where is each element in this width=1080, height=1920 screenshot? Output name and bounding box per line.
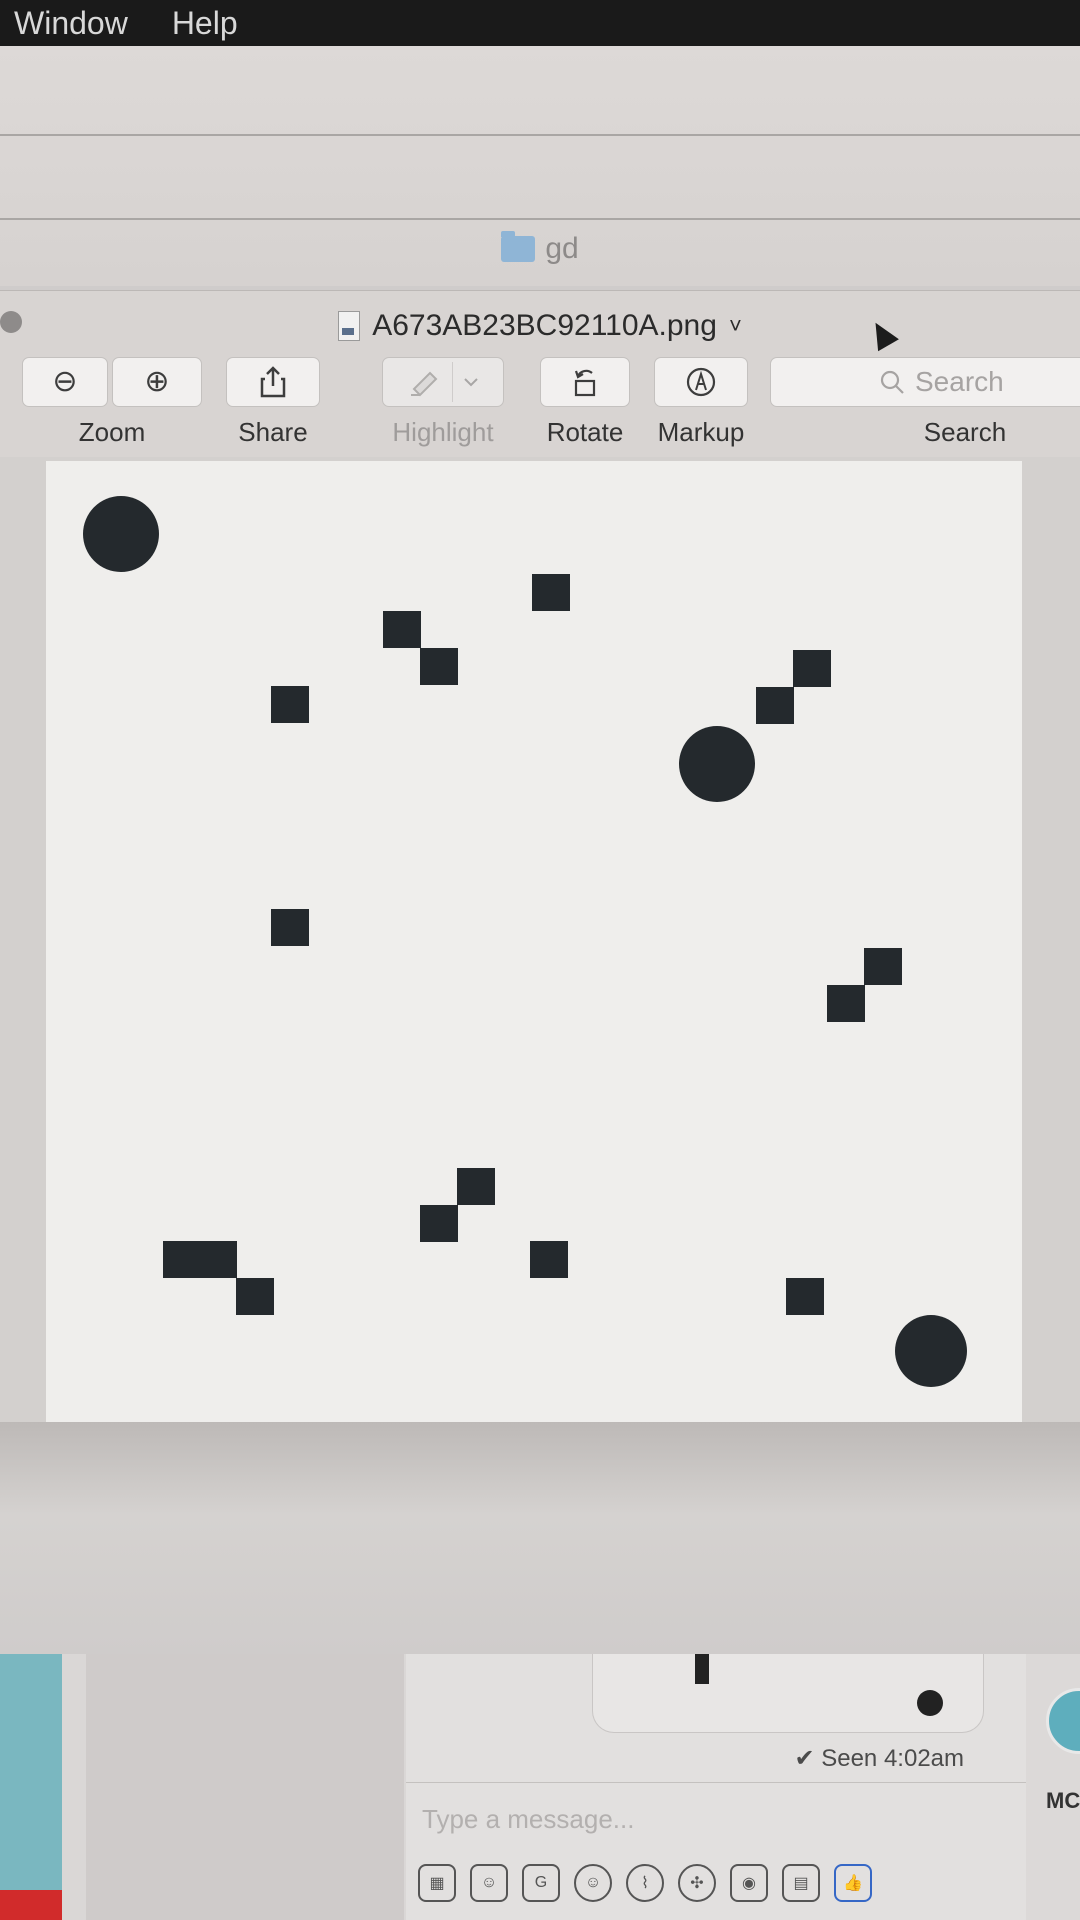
black-square <box>530 1241 568 1278</box>
markup-label: Markup <box>657 417 745 447</box>
desktop-background <box>0 1422 1080 1654</box>
sticker-icon[interactable]: ☺ <box>470 1864 508 1902</box>
black-square <box>236 1278 274 1315</box>
avatar[interactable] <box>1046 1688 1080 1754</box>
highlight-button[interactable] <box>382 357 504 407</box>
black-circle <box>895 1315 967 1387</box>
document-title[interactable]: A673AB23BC92110A.png ˅ <box>0 309 1080 343</box>
document-filename: A673AB23BC92110A.png <box>372 309 717 342</box>
zoom-out-button[interactable]: ⊖ <box>22 357 108 407</box>
share-button[interactable] <box>226 357 320 407</box>
like-icon[interactable]: 👍 <box>834 1864 872 1902</box>
zoom-label: Zoom <box>78 417 146 447</box>
markup-pen-icon <box>686 367 716 397</box>
table-icon[interactable]: ▤ <box>782 1864 820 1902</box>
black-square <box>420 648 458 685</box>
toolbar: ⊖ ⊕ Zoom Share Highlight Rotate Markup S… <box>0 357 1080 457</box>
black-square <box>457 1168 495 1205</box>
image-thumbnail-dot <box>917 1690 943 1716</box>
highlight-label: Highlight <box>392 417 494 447</box>
zoom-in-button[interactable]: ⊕ <box>112 357 202 407</box>
messenger-window: ✔ Seen 4:02am Type a message... ▦ ☺ G ☺ … <box>0 1654 1080 1920</box>
menu-help[interactable]: Help <box>172 5 238 42</box>
black-rectangle <box>163 1241 237 1278</box>
search-placeholder: Search <box>915 366 1004 397</box>
share-icon <box>260 366 286 398</box>
black-circle <box>679 726 755 802</box>
black-square <box>756 687 794 724</box>
markup-button[interactable] <box>654 357 748 407</box>
seen-status: ✔ Seen 4:02am <box>794 1745 964 1772</box>
window-divider <box>0 134 1080 136</box>
folder-name: gd <box>545 232 579 265</box>
camera-icon[interactable]: ◉ <box>730 1864 768 1902</box>
split-divider <box>451 362 453 402</box>
composer-toolbar: ▦ ☺ G ☺ ⌇ ✣ ◉ ▤ 👍 <box>418 1858 1018 1908</box>
contact-panel: MC <box>1026 1654 1080 1920</box>
png-file-icon <box>338 311 361 341</box>
game-icon[interactable]: ✣ <box>678 1864 716 1902</box>
conversation-sidebar <box>86 1654 404 1920</box>
share-label: Share <box>238 417 308 447</box>
chat-panel: ✔ Seen 4:02am Type a message... ▦ ☺ G ☺ … <box>406 1654 1026 1920</box>
image-message-bubble[interactable] <box>592 1654 984 1733</box>
black-square <box>786 1278 824 1315</box>
highlighter-icon <box>410 371 437 397</box>
rotate-button[interactable] <box>540 357 630 407</box>
wallpaper-strip-red <box>0 1890 62 1920</box>
message-input[interactable]: Type a message... <box>422 1804 634 1835</box>
zoom-in-icon: ⊕ <box>144 365 170 398</box>
zoom-out-icon: ⊖ <box>52 365 78 398</box>
black-circle <box>83 496 159 572</box>
black-square <box>383 611 421 648</box>
gif-icon[interactable]: G <box>522 1864 560 1902</box>
black-square <box>271 686 309 723</box>
black-square <box>864 948 902 985</box>
search-label: Search <box>923 417 1007 447</box>
search-icon <box>880 370 904 394</box>
black-square <box>532 574 570 611</box>
black-square <box>793 650 831 687</box>
image-page <box>46 461 1022 1422</box>
chevron-down-icon: ˅ <box>728 313 742 338</box>
emoji-icon[interactable]: ☺ <box>574 1864 612 1902</box>
menu-window[interactable]: Window <box>14 5 128 42</box>
finder-title: gd <box>0 231 1080 266</box>
search-input[interactable]: Search <box>770 357 1080 407</box>
window-divider <box>0 218 1080 220</box>
image-thumbnail-mark <box>695 1654 709 1684</box>
rotate-icon <box>574 369 596 397</box>
contact-initials: MC <box>1046 1788 1080 1813</box>
folder-icon <box>501 231 536 262</box>
image-icon[interactable]: ▦ <box>418 1864 456 1902</box>
rotate-label: Rotate <box>546 417 624 447</box>
attachment-icon[interactable]: ⌇ <box>626 1864 664 1902</box>
composer-divider <box>406 1782 1026 1783</box>
black-square <box>271 909 309 946</box>
wallpaper-strip <box>0 1654 62 1920</box>
menu-bar: Window Help <box>0 0 1080 46</box>
black-square <box>827 985 865 1022</box>
black-square <box>420 1205 458 1242</box>
chevron-down-icon <box>463 378 478 387</box>
